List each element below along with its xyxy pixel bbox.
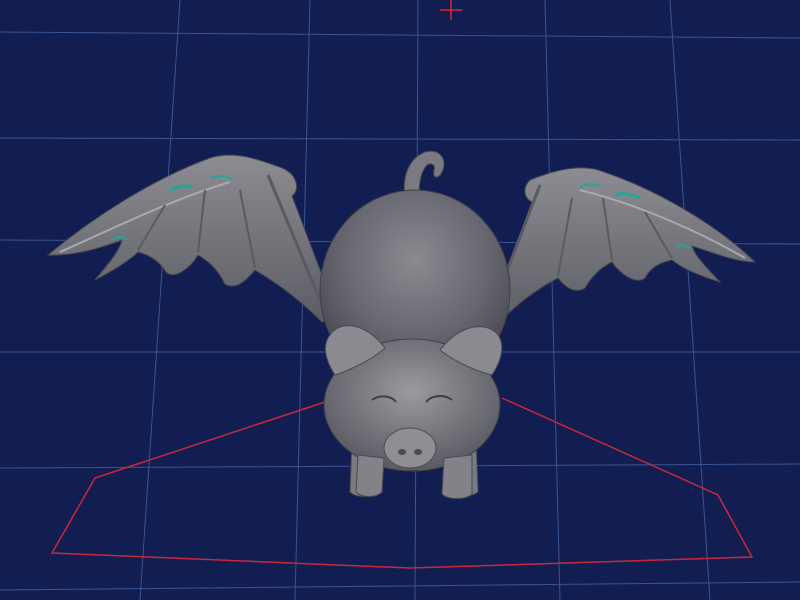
origin-marker-icon xyxy=(440,0,462,20)
pig-snout xyxy=(383,427,437,469)
3d-viewport[interactable] xyxy=(0,0,800,600)
winged-pig-model[interactable] xyxy=(46,150,757,499)
left-wing[interactable] xyxy=(46,154,339,323)
viewport-canvas[interactable] xyxy=(0,0,800,600)
pig-head xyxy=(323,325,503,472)
pig-front-leg-right xyxy=(441,454,473,499)
right-wing[interactable] xyxy=(479,167,757,327)
pig-front-leg-left xyxy=(355,454,385,497)
